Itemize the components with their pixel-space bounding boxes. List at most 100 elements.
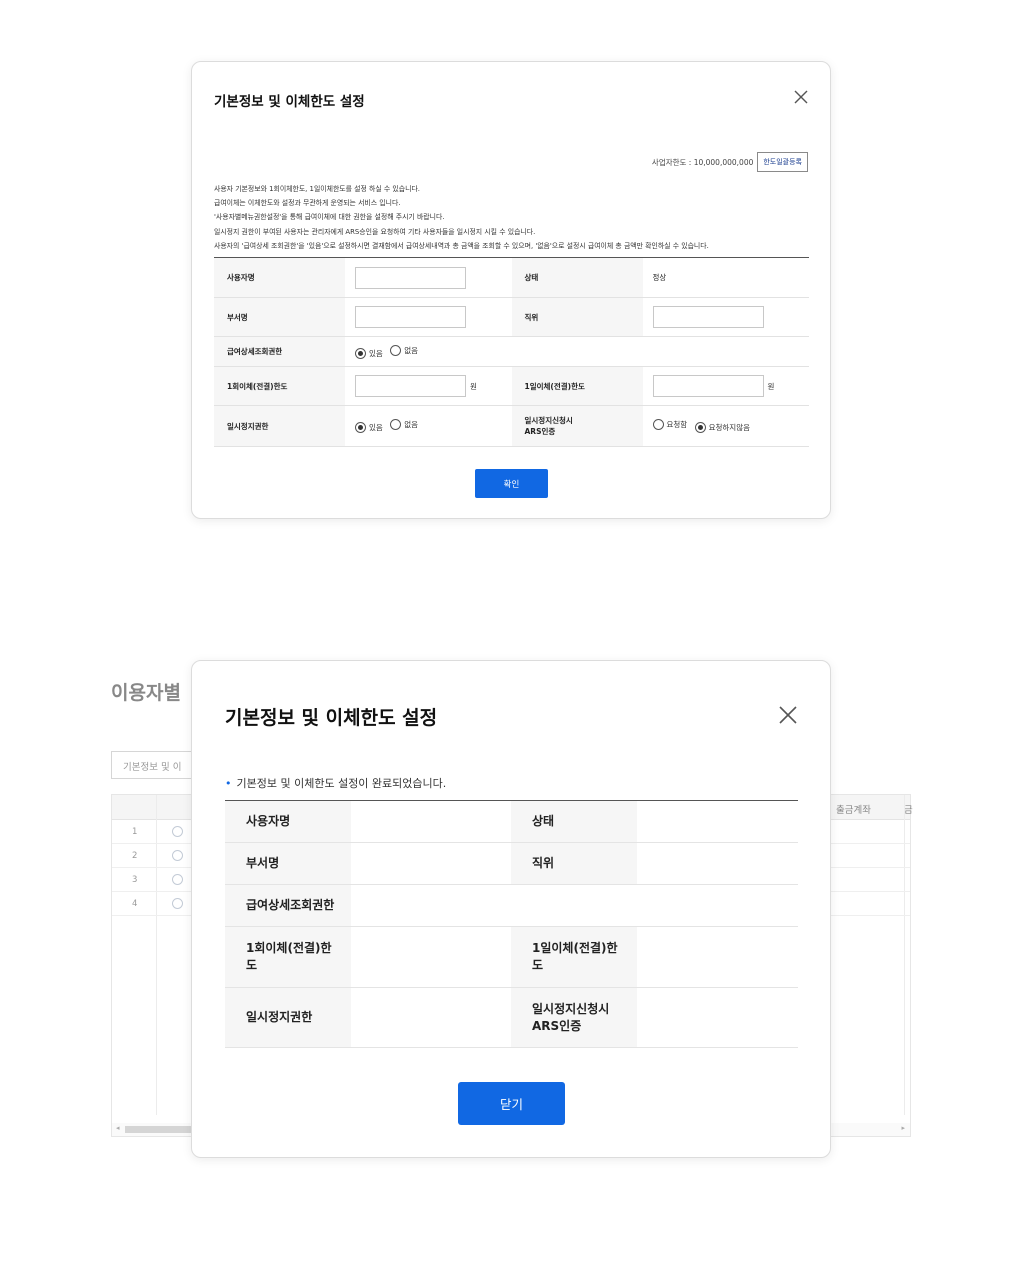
once-limit-cell: 원 bbox=[345, 366, 512, 406]
radio-icon[interactable] bbox=[652, 419, 664, 430]
daily-limit-value bbox=[637, 926, 798, 988]
position-label: 직위 bbox=[511, 297, 643, 337]
table-row: 일시정지권한 일시정지신청시 ARS인증 bbox=[225, 987, 798, 1048]
result-table: 사용자명 상태 부서명 직위 급여상세조회권한 1회이체(전결)한도 1일이체(… bbox=[225, 800, 798, 1048]
user-name-label: 사용자명 bbox=[214, 257, 345, 298]
radio-icon[interactable] bbox=[355, 347, 366, 359]
user-name-value bbox=[351, 800, 511, 843]
business-limit: 사업자한도 : 10,000,000,000 한도일괄등록 bbox=[652, 152, 808, 172]
once-limit-label: 1회이체(전결)한도 bbox=[225, 926, 351, 988]
table-row: 일시정지권한 있음 없음 일시정지신청시 ARS인증 요청함 요청하지않음 bbox=[214, 405, 809, 447]
position-input[interactable] bbox=[652, 306, 764, 328]
dialog-title: 기본정보 및 이체한도 설정 bbox=[214, 94, 365, 110]
bulk-limit-register-button[interactable]: 한도일괄등록 bbox=[757, 152, 808, 172]
scroll-right-icon[interactable]: ▸ bbox=[901, 1124, 905, 1132]
suspend-options: 있음 없음 bbox=[345, 405, 512, 447]
suspend-ars-options: 요청함 요청하지않음 bbox=[642, 405, 809, 447]
ars-no-request[interactable]: 요청하지않음 bbox=[694, 422, 750, 433]
once-limit-input[interactable] bbox=[355, 375, 466, 397]
radio-icon[interactable] bbox=[172, 874, 183, 885]
user-settings-table: 사용자명 상태 정상 부서명 직위 급여상세조회권한 있음 없음 1회이체(전결… bbox=[214, 257, 809, 447]
position-cell bbox=[642, 297, 809, 337]
settings-complete-dialog: 기본정보 및 이체한도 설정 • 기본정보 및 이체한도 설정이 완료되었습니다.… bbox=[191, 660, 831, 1158]
dept-input[interactable] bbox=[355, 306, 466, 328]
dept-cell bbox=[345, 297, 512, 337]
table-row: 급여상세조회권한 bbox=[225, 884, 798, 927]
payroll-view-label: 급여상세조회권한 bbox=[214, 336, 345, 367]
table-row: 1회이체(전결)한도 원 1일이체(전결)한도 원 bbox=[214, 366, 809, 406]
bullet-icon: • bbox=[225, 777, 232, 790]
position-value bbox=[637, 842, 798, 885]
completion-message: • 기본정보 및 이체한도 설정이 완료되었습니다. bbox=[225, 775, 446, 791]
radio-icon[interactable] bbox=[694, 422, 706, 433]
row-number: 2 bbox=[132, 851, 138, 861]
guide-note: 급여이체는 이체한도와 설정과 무관하게 운영되는 서비스 입니다. bbox=[214, 199, 401, 208]
daily-limit-cell: 원 bbox=[642, 366, 809, 406]
suspend-yes[interactable]: 있음 bbox=[355, 422, 383, 433]
suspend-label: 일시정지권한 bbox=[214, 405, 345, 447]
table-row: 부서명 직위 bbox=[214, 297, 809, 337]
completion-message-text: 기본정보 및 이체한도 설정이 완료되었습니다. bbox=[236, 777, 447, 790]
payroll-view-yes[interactable]: 있음 bbox=[355, 347, 383, 359]
payroll-view-options: 있음 없음 bbox=[345, 336, 809, 367]
unit-label: 원 bbox=[767, 381, 775, 391]
table-row: 급여상세조회권한 있음 없음 bbox=[214, 336, 809, 367]
guide-notes: 사용자 기본정보와 1회이체한도, 1일이체한도를 설정 하실 수 있습니다. … bbox=[214, 182, 814, 253]
row-number: 1 bbox=[132, 827, 138, 837]
dept-label: 부서명 bbox=[214, 297, 345, 337]
guide-note: 사용자의 '급여상세 조회권한'을 '있음'으로 설정하시면 결재함에서 급여상… bbox=[214, 241, 709, 250]
suspend-ars-label: 일시정지신청시 ARS인증 bbox=[511, 987, 637, 1048]
radio-icon[interactable] bbox=[390, 344, 402, 356]
status-value: 정상 bbox=[642, 257, 809, 298]
tab-basic-info[interactable]: 기본정보 및 이 bbox=[111, 751, 201, 779]
column-withdraw-account: 출금계좌 bbox=[836, 805, 871, 816]
user-name-input[interactable] bbox=[355, 266, 466, 289]
payroll-view-value bbox=[351, 884, 798, 927]
suspend-label: 일시정지권한 bbox=[225, 987, 351, 1048]
status-value bbox=[637, 800, 798, 843]
table-row: 사용자명 상태 bbox=[225, 800, 798, 843]
suspend-no[interactable]: 없음 bbox=[390, 419, 418, 430]
close-icon[interactable] bbox=[777, 704, 799, 726]
radio-icon[interactable] bbox=[390, 419, 402, 430]
row-number: 3 bbox=[132, 875, 138, 885]
business-limit-text: 사업자한도 : 10,000,000,000 bbox=[651, 157, 754, 167]
suspend-ars-label: 일시정지신청시 ARS인증 bbox=[511, 405, 643, 447]
payroll-view-no[interactable]: 없음 bbox=[390, 344, 418, 356]
table-row: 사용자명 상태 정상 bbox=[214, 257, 809, 298]
unit-label: 원 bbox=[470, 381, 477, 391]
payroll-view-label: 급여상세조회권한 bbox=[225, 884, 351, 927]
row-number: 4 bbox=[132, 899, 138, 909]
guide-note: 사용자 기본정보와 1회이체한도, 1일이체한도를 설정 하실 수 있습니다. bbox=[214, 185, 420, 193]
close-icon[interactable] bbox=[792, 88, 810, 106]
radio-icon[interactable] bbox=[172, 898, 183, 909]
guide-note: '사용자별메뉴권한설정'을 통해 급여이체에 대한 권한을 설정해 주시기 바랍… bbox=[214, 213, 445, 222]
status-label: 상태 bbox=[511, 257, 643, 298]
close-button[interactable]: 닫기 bbox=[458, 1082, 565, 1125]
once-limit-label: 1회이체(전결)한도 bbox=[214, 366, 345, 406]
radio-icon[interactable] bbox=[172, 826, 183, 837]
confirm-button[interactable]: 확인 bbox=[475, 469, 548, 498]
table-row: 1회이체(전결)한도 1일이체(전결)한도 bbox=[225, 926, 798, 988]
table-row: 부서명 직위 bbox=[225, 842, 798, 885]
user-name-cell bbox=[345, 257, 512, 298]
guide-note: 일시정지 권한이 부여된 사용자는 관리자에게 ARS승인을 요청하여 기타 사… bbox=[214, 227, 536, 236]
dialog-title: 기본정보 및 이체한도 설정 bbox=[225, 707, 438, 729]
column-next: 금 bbox=[904, 805, 913, 816]
status-label: 상태 bbox=[511, 800, 637, 843]
daily-limit-label: 1일이체(전결)한도 bbox=[511, 366, 643, 406]
dept-value bbox=[351, 842, 511, 885]
suspend-ars-value bbox=[637, 987, 798, 1048]
page: 기본정보 및 이체한도 설정 사업자한도 : 10,000,000,000 한도… bbox=[0, 0, 1022, 1278]
daily-limit-label: 1일이체(전결)한도 bbox=[511, 926, 637, 988]
daily-limit-input[interactable] bbox=[652, 375, 764, 397]
dept-label: 부서명 bbox=[225, 842, 351, 885]
scroll-left-icon[interactable]: ◂ bbox=[116, 1124, 120, 1132]
radio-icon[interactable] bbox=[172, 850, 183, 861]
once-limit-value bbox=[351, 926, 511, 988]
ars-request[interactable]: 요청함 bbox=[652, 419, 687, 430]
position-label: 직위 bbox=[511, 842, 637, 885]
page-title: 이용자별 bbox=[111, 682, 181, 704]
limit-settings-dialog: 기본정보 및 이체한도 설정 사업자한도 : 10,000,000,000 한도… bbox=[191, 61, 831, 519]
radio-icon[interactable] bbox=[355, 422, 366, 433]
